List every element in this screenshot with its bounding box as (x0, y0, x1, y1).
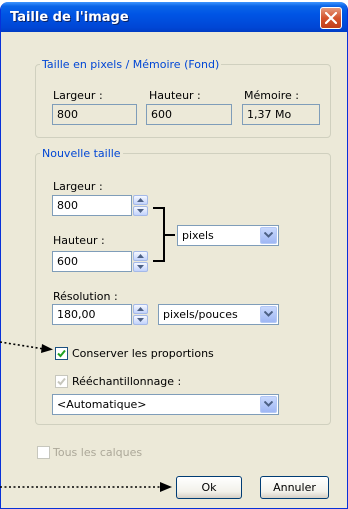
current-size-legend: Taille en pixels / Mémoire (Fond) (42, 58, 220, 71)
resolution-input[interactable]: 180,00 (52, 304, 132, 325)
ok-button[interactable]: Ok (176, 476, 242, 499)
new-width-label: Largeur : (53, 180, 103, 193)
unit-select[interactable]: pixels (177, 225, 279, 246)
resolution-unit-select[interactable]: pixels/pouces (158, 304, 279, 325)
close-icon (325, 12, 337, 24)
resample-checkbox[interactable] (55, 375, 68, 388)
image-size-dialog: Taille de l'image Taille en pixels / Mém… (0, 2, 348, 509)
spin-up-icon[interactable] (133, 304, 148, 314)
new-size-legend: Nouvelle taille (42, 147, 121, 160)
memory-value: 1,37 Mo (242, 104, 320, 125)
memory-label: Mémoire : (244, 89, 300, 102)
new-width-input[interactable]: 800 (52, 195, 132, 216)
resample-select-value: <Automatique> (57, 398, 147, 411)
chevron-down-icon[interactable] (260, 227, 277, 244)
dotted-arrow-icon (0, 341, 53, 353)
current-height-value: 600 (146, 104, 232, 125)
resample-select[interactable]: <Automatique> (52, 394, 279, 415)
spin-up-icon[interactable] (133, 195, 148, 205)
link-bracket (153, 207, 165, 262)
all-layers-checkbox[interactable] (37, 446, 50, 459)
resolution-stepper[interactable] (133, 304, 148, 325)
dialog-title: Taille de l'image (10, 10, 129, 25)
title-bar[interactable]: Taille de l'image (1, 2, 347, 32)
new-height-input[interactable]: 600 (52, 251, 132, 272)
unit-select-value: pixels (182, 229, 214, 242)
current-height-label: Hauteur : (149, 89, 201, 102)
checkmark-icon (57, 377, 66, 386)
cancel-button[interactable]: Annuler (260, 476, 329, 499)
resolution-label: Résolution : (53, 290, 118, 303)
link-bracket-tick (165, 234, 175, 236)
spin-up-icon[interactable] (133, 251, 148, 261)
spin-down-icon[interactable] (133, 315, 148, 325)
resolution-unit-value: pixels/pouces (163, 308, 238, 321)
spin-down-icon[interactable] (133, 206, 148, 216)
new-width-stepper[interactable] (133, 195, 148, 216)
resample-label[interactable]: Rééchantillonnage : (72, 375, 181, 388)
dotted-arrow-icon (0, 482, 172, 492)
all-layers-label[interactable]: Tous les calques (53, 446, 142, 459)
keep-proportions-label[interactable]: Conserver les proportions (72, 347, 214, 360)
new-height-stepper[interactable] (133, 251, 148, 272)
current-width-label: Largeur : (53, 89, 103, 102)
spin-down-icon[interactable] (133, 262, 148, 272)
new-height-label: Hauteur : (53, 234, 105, 247)
chevron-down-icon[interactable] (260, 306, 277, 323)
current-width-value: 800 (52, 104, 137, 125)
close-button[interactable] (320, 7, 342, 29)
chevron-down-icon[interactable] (260, 396, 277, 413)
